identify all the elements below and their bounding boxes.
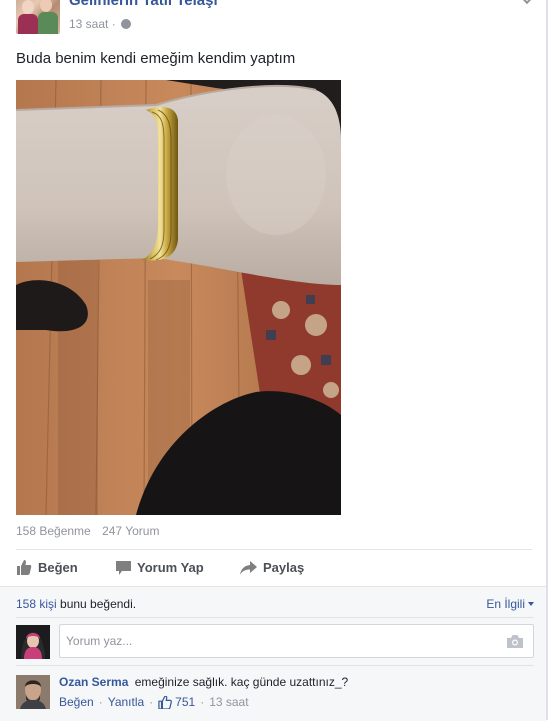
- comments-count-link[interactable]: 247 Yorum: [102, 524, 159, 538]
- comment-time[interactable]: 13 saat: [209, 695, 248, 709]
- comment-dot-3: ·: [200, 695, 205, 709]
- likers-link[interactable]: 158 kişi: [16, 597, 57, 611]
- post-header: Gelinlerin Tatil Telaşı 13 saat ·: [16, 0, 536, 38]
- stats-divider: [16, 549, 532, 550]
- commenter-avatar[interactable]: [16, 675, 50, 709]
- comment-dot-1: ·: [98, 695, 103, 709]
- camera-icon[interactable]: [507, 635, 523, 653]
- comment-actions: Beğen · Yanıtla · 751 · 13 saat: [59, 695, 249, 709]
- caret-down-icon: [528, 602, 534, 606]
- post-card: Gelinlerin Tatil Telaşı 13 saat · Buda b…: [0, 0, 548, 721]
- post-text: Buda benim kendi emeğim kendim yaptım: [16, 50, 296, 67]
- likes-count-link[interactable]: 158 Beğenme: [16, 524, 91, 538]
- comment-like-count[interactable]: 751: [175, 695, 195, 709]
- comment-icon: [116, 560, 131, 575]
- feedback-divider: [16, 617, 534, 618]
- post-photo[interactable]: [16, 80, 341, 515]
- chevron-down-icon[interactable]: [519, 0, 535, 5]
- thumbs-up-icon: [17, 560, 32, 575]
- composer-divider: [16, 665, 534, 666]
- post-actions: Beğen Yorum Yap Paylaş: [16, 556, 536, 580]
- comment-text: emeğinize sağlık. kaç günde uzattınız_?: [134, 675, 349, 689]
- comment-like-link[interactable]: Beğen: [59, 695, 94, 709]
- comment-body: Ozan Serma emeğinize sağlık. kaç günde u…: [59, 675, 348, 689]
- sort-label: En İlgili: [486, 597, 525, 611]
- post-stats: 158 Beğenme 247 Yorum: [16, 524, 167, 538]
- share-button-label: Paylaş: [263, 560, 305, 575]
- comment-composer: [59, 624, 534, 658]
- likes-summary-text: bunu beğendi.: [60, 597, 137, 611]
- share-icon: [240, 560, 257, 574]
- like-button-label: Beğen: [38, 560, 78, 575]
- comment-reply-link[interactable]: Yanıtla: [108, 695, 144, 709]
- comment-input[interactable]: [60, 625, 502, 657]
- thumbs-up-icon: [158, 695, 173, 709]
- comment-sort-dropdown[interactable]: En İlgili: [486, 597, 534, 611]
- post-meta: 13 saat ·: [69, 17, 132, 31]
- likes-summary: 158 kişi bunu beğendi.: [16, 597, 136, 611]
- group-name-link[interactable]: Gelinlerin Tatil Telaşı: [69, 0, 218, 9]
- feedback-section: 158 kişi bunu beğendi. En İlgili Yorum y…: [0, 586, 546, 721]
- comment-dot-2: ·: [149, 695, 154, 709]
- like-button[interactable]: Beğen: [16, 560, 78, 575]
- meta-separator: ·: [111, 17, 116, 31]
- share-button[interactable]: Paylaş: [240, 560, 304, 575]
- post-time[interactable]: 13 saat: [69, 17, 108, 31]
- group-avatar[interactable]: [16, 0, 60, 34]
- comment-button-label: Yorum Yap: [137, 560, 204, 575]
- comment-author-link[interactable]: Ozan Serma: [59, 675, 128, 689]
- current-user-avatar[interactable]: [16, 625, 50, 659]
- globe-icon: [121, 19, 132, 29]
- comment-button[interactable]: Yorum Yap: [116, 560, 204, 575]
